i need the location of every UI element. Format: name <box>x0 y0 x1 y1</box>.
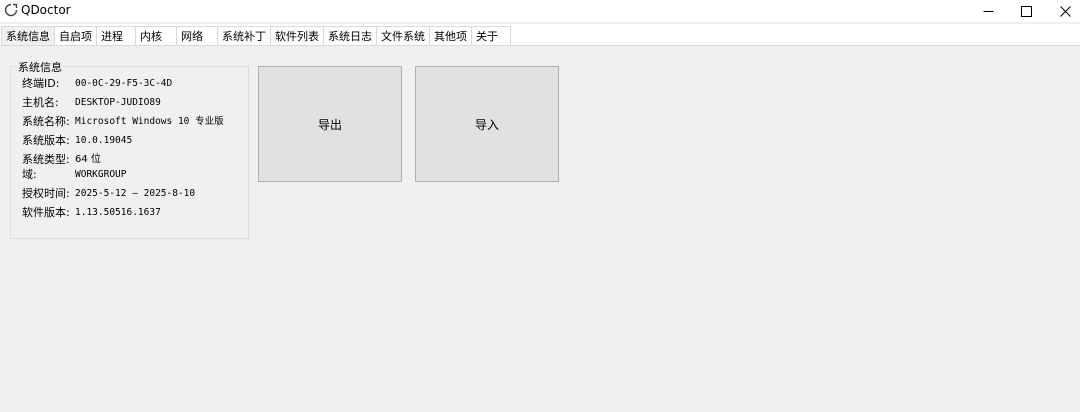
window-title: QDoctor <box>21 3 71 17</box>
close-button[interactable] <box>1046 0 1080 22</box>
info-row-terminal-id: 终端ID: 00-0C-29-F5-3C-4D <box>22 77 172 91</box>
tab-kernel[interactable]: 内核 <box>135 26 177 45</box>
app-logo-icon <box>4 3 18 17</box>
info-label: 系统名称: <box>22 115 70 128</box>
info-value: 00-0C-29-F5-3C-4D <box>75 78 173 89</box>
tab-software-list[interactable]: 软件列表 <box>270 26 324 45</box>
tab-about[interactable]: 关于 <box>471 26 511 45</box>
import-button-label: 导入 <box>474 117 499 132</box>
tab-file-system[interactable]: 文件系统 <box>376 26 430 45</box>
tab-system-logs[interactable]: 系统日志 <box>323 26 377 45</box>
title-bar: QDoctor <box>0 0 1080 22</box>
tab-other-items[interactable]: 其他项 <box>429 26 472 45</box>
close-icon <box>1059 5 1071 17</box>
export-button-label: 导出 <box>317 117 342 132</box>
export-button[interactable]: 导出 <box>258 66 402 182</box>
info-row-hostname: 主机名: DESKTOP-JUDIO89 <box>22 96 161 110</box>
info-label: 软件版本: <box>22 206 70 219</box>
minimize-button[interactable] <box>969 0 1007 22</box>
info-label: 系统版本: <box>22 134 70 147</box>
import-button[interactable]: 导入 <box>415 66 559 182</box>
info-label: 系统类型: <box>22 153 70 166</box>
minimize-icon <box>983 10 993 12</box>
info-row-os-type: 系统类型: 64 位 <box>22 153 101 167</box>
info-row-os-version: 系统版本: 10.0.19045 <box>22 134 132 148</box>
system-info-group-title: 系统信息 <box>17 59 63 75</box>
tab-processes[interactable]: 进程 <box>96 26 136 45</box>
tab-network[interactable]: 网络 <box>176 26 218 45</box>
info-value: 2025-5-12 — 2025-8-10 <box>75 188 196 199</box>
tab-system-info[interactable]: 系统信息 <box>1 26 55 45</box>
info-value: WORKGROUP <box>75 169 127 180</box>
info-value: Microsoft Windows 10 专业版 <box>75 116 224 127</box>
info-label: 域: <box>22 168 37 181</box>
info-row-os-name: 系统名称: Microsoft Windows 10 专业版 <box>22 115 224 129</box>
info-value: 10.0.19045 <box>75 135 133 146</box>
info-row-license-period: 授权时间: 2025-5-12 — 2025-8-10 <box>22 187 195 201</box>
info-value: 1.13.50516.1637 <box>75 207 161 218</box>
info-label: 主机名: <box>22 96 59 109</box>
tab-startup-items[interactable]: 自启项 <box>54 26 97 45</box>
info-row-domain: 域: WORKGROUP <box>22 168 126 182</box>
info-value: DESKTOP-JUDIO89 <box>75 97 161 108</box>
info-row-software-version: 软件版本: 1.13.50516.1637 <box>22 206 161 220</box>
maximize-icon <box>1020 5 1032 17</box>
info-label: 授权时间: <box>22 187 70 200</box>
info-label: 终端ID: <box>22 77 60 90</box>
tab-system-patches[interactable]: 系统补丁 <box>217 26 271 45</box>
info-value: 64 位 <box>75 154 101 165</box>
maximize-button[interactable] <box>1007 0 1045 22</box>
tab-list: 系统信息 自启项 进程 内核 网络 系统补丁 软件列表 系统日志 文件系统 其他… <box>1 26 511 45</box>
tab-bar: 系统信息 自启项 进程 内核 网络 系统补丁 软件列表 系统日志 文件系统 其他… <box>0 24 1080 46</box>
